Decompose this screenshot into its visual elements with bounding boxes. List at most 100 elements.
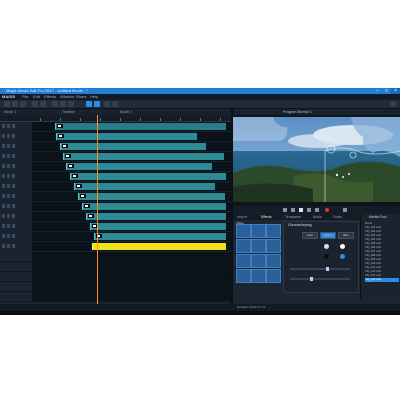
copy-icon[interactable] — [60, 101, 66, 107]
effect-tile[interactable] — [236, 254, 251, 268]
solo-button[interactable] — [2, 134, 5, 138]
mouse-mode-icon[interactable] — [86, 101, 92, 107]
mute-button[interactable] — [7, 214, 10, 218]
redo-icon[interactable] — [40, 101, 46, 107]
solo-button[interactable] — [2, 214, 5, 218]
tab-import[interactable]: Import — [237, 214, 247, 220]
color-swatch[interactable] — [324, 254, 329, 259]
new-icon[interactable] — [4, 101, 10, 107]
mute-button[interactable] — [7, 224, 10, 228]
color-swatch[interactable] — [340, 254, 345, 259]
solo-button[interactable] — [2, 174, 5, 178]
video-clip[interactable] — [78, 193, 225, 200]
effect-tile[interactable] — [236, 239, 251, 253]
video-clip[interactable] — [82, 203, 226, 210]
lock-button[interactable] — [12, 144, 15, 148]
lock-button[interactable] — [12, 234, 15, 238]
solo-button[interactable] — [2, 154, 5, 158]
mute-button[interactable] — [7, 164, 10, 168]
mode-green-button[interactable]: Green — [320, 232, 336, 239]
lock-button[interactable] — [12, 174, 15, 178]
effect-tile[interactable] — [266, 254, 281, 268]
mute-button[interactable] — [7, 244, 10, 248]
solo-button[interactable] — [2, 204, 5, 208]
title-clip[interactable] — [92, 243, 226, 250]
media-item-selected[interactable]: Clip_014.mp4 — [365, 278, 399, 282]
playhead[interactable] — [97, 115, 98, 305]
solo-button[interactable] — [2, 234, 5, 238]
snap-icon[interactable] — [112, 101, 118, 107]
settings-icon[interactable] — [390, 101, 396, 107]
solo-button[interactable] — [2, 224, 5, 228]
color-swatch[interactable] — [340, 244, 345, 249]
effect-tile[interactable] — [251, 269, 266, 283]
effect-tile[interactable] — [236, 269, 251, 283]
tab-fonts[interactable]: Fonts — [333, 214, 342, 220]
mute-button[interactable] — [7, 154, 10, 158]
solo-button[interactable] — [2, 164, 5, 168]
mute-button[interactable] — [7, 144, 10, 148]
mute-button[interactable] — [7, 234, 10, 238]
mode-color-button[interactable]: Color — [302, 232, 318, 239]
video-clip[interactable] — [86, 213, 226, 220]
play-icon[interactable] — [299, 208, 303, 212]
video-clip[interactable] — [56, 133, 197, 140]
fullscreen-icon[interactable] — [343, 208, 347, 212]
video-clip[interactable] — [66, 163, 212, 170]
tab-templates[interactable]: Templates — [285, 214, 301, 220]
zoom-icon[interactable] — [104, 101, 110, 107]
video-clip[interactable] — [70, 173, 226, 180]
undo-icon[interactable] — [32, 101, 38, 107]
lock-button[interactable] — [12, 214, 15, 218]
lock-button[interactable] — [12, 184, 15, 188]
video-clip[interactable] — [90, 223, 226, 230]
solo-button[interactable] — [2, 144, 5, 148]
lock-button[interactable] — [12, 224, 15, 228]
next-icon[interactable] — [307, 208, 311, 212]
prev-icon[interactable] — [291, 208, 295, 212]
mute-button[interactable] — [7, 124, 10, 128]
video-frame[interactable] — [233, 117, 400, 202]
cut-icon[interactable] — [52, 101, 58, 107]
video-clip[interactable] — [94, 233, 226, 240]
effect-tile[interactable] — [266, 224, 281, 238]
effect-tile[interactable] — [251, 254, 266, 268]
open-icon[interactable] — [12, 101, 18, 107]
tolerance-slider[interactable] — [290, 277, 350, 281]
lock-button[interactable] — [12, 164, 15, 168]
effect-tile[interactable] — [251, 224, 266, 238]
lock-button[interactable] — [12, 134, 15, 138]
lock-button[interactable] — [12, 244, 15, 248]
timeline-tracks[interactable] — [0, 122, 231, 302]
effect-tile[interactable] — [266, 239, 281, 253]
effect-tile[interactable] — [251, 239, 266, 253]
solo-button[interactable] — [2, 184, 5, 188]
solo-button[interactable] — [2, 244, 5, 248]
tab-effects[interactable]: Effects — [261, 214, 272, 220]
effect-tile[interactable] — [236, 224, 251, 238]
mute-button[interactable] — [7, 204, 10, 208]
mode-blue-button[interactable]: Blue — [338, 232, 354, 239]
mute-button[interactable] — [7, 184, 10, 188]
video-clip[interactable] — [55, 123, 226, 130]
lock-button[interactable] — [12, 204, 15, 208]
paste-icon[interactable] — [68, 101, 74, 107]
record-icon[interactable] — [325, 208, 329, 212]
video-clip[interactable] — [63, 153, 224, 160]
video-clip[interactable] — [60, 143, 206, 150]
save-icon[interactable] — [20, 101, 26, 107]
mute-button[interactable] — [7, 134, 10, 138]
stop-icon[interactable] — [283, 208, 287, 212]
mute-button[interactable] — [7, 174, 10, 178]
lock-button[interactable] — [12, 154, 15, 158]
solo-button[interactable] — [2, 124, 5, 128]
tab-audio[interactable]: Audio — [313, 214, 322, 220]
lock-button[interactable] — [12, 194, 15, 198]
mute-button[interactable] — [7, 194, 10, 198]
razor-icon[interactable] — [94, 101, 100, 107]
effect-tile[interactable] — [266, 269, 281, 283]
loop-icon[interactable] — [315, 208, 319, 212]
video-clip[interactable] — [74, 183, 215, 190]
color-swatch[interactable] — [324, 244, 329, 249]
time-ruler[interactable] — [0, 115, 231, 122]
